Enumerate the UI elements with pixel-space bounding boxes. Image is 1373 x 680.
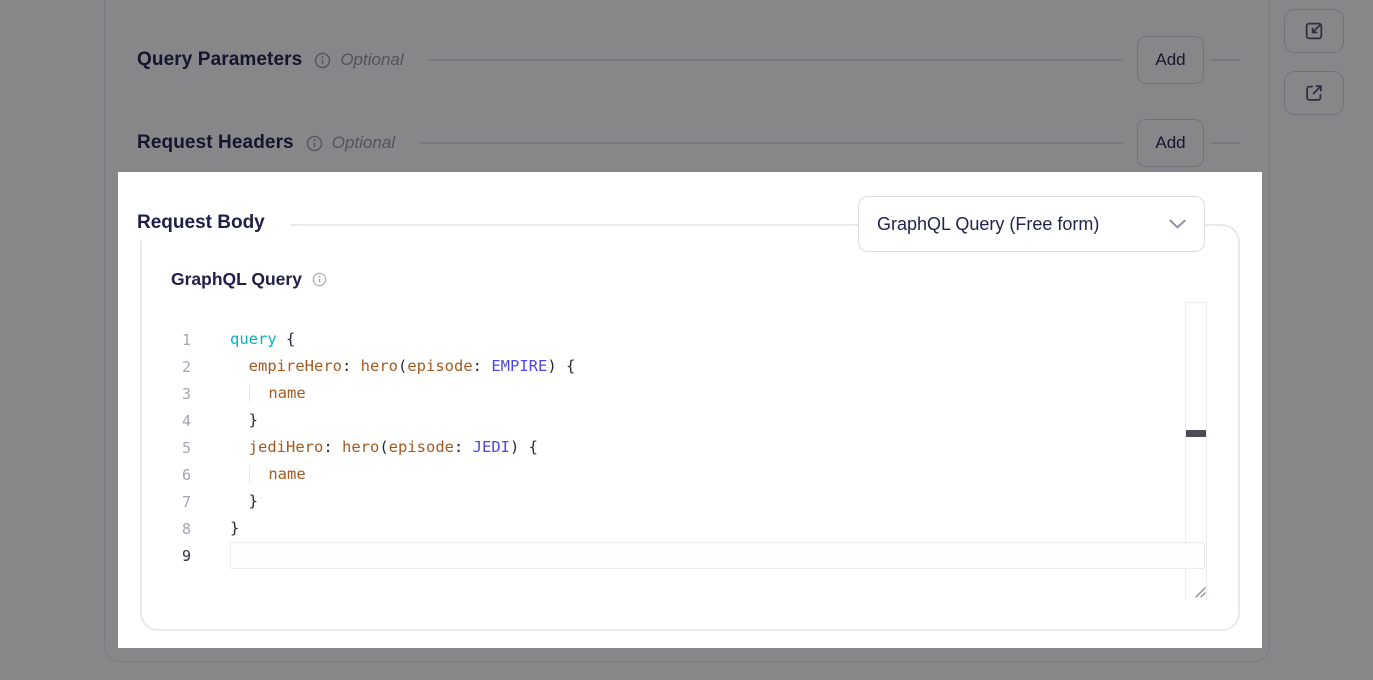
code-text: }: [230, 488, 258, 515]
code-line-2[interactable]: 2 empireHero: hero(episode: EMPIRE) {: [165, 353, 1205, 380]
section-query-parameters: Query Parameters Optional Add: [137, 36, 1240, 84]
body-type-selected-value: GraphQL Query (Free form): [877, 214, 1169, 235]
add-query-parameter-button[interactable]: Add: [1137, 36, 1204, 84]
line-number: 8: [165, 520, 191, 538]
code-text: jediHero: hero(episode: JEDI) {: [230, 434, 538, 461]
line-number: 5: [165, 439, 191, 457]
optional-label: Optional: [332, 133, 395, 153]
code-line-4[interactable]: 4 }: [165, 407, 1205, 434]
code-text: name: [230, 380, 306, 407]
divider: [428, 59, 1123, 61]
info-icon[interactable]: [306, 135, 323, 152]
code-line-8[interactable]: 8}: [165, 515, 1205, 542]
chevron-down-icon: [1169, 219, 1186, 230]
info-icon[interactable]: [314, 52, 331, 69]
code-text: [230, 542, 1205, 569]
code-line-7[interactable]: 7 }: [165, 488, 1205, 515]
edit-collapse-icon: [1303, 20, 1325, 42]
add-request-header-button[interactable]: Add: [1137, 119, 1204, 167]
code-text: }: [230, 515, 239, 542]
line-number: 4: [165, 412, 191, 430]
divider: [419, 142, 1123, 144]
line-number: 3: [165, 385, 191, 403]
line-number: 9: [165, 547, 191, 565]
code-text: query {: [230, 326, 295, 353]
line-number: 6: [165, 466, 191, 484]
external-link-icon: [1303, 82, 1325, 104]
code-line-5[interactable]: 5 jediHero: hero(episode: JEDI) {: [165, 434, 1205, 461]
open-external-button[interactable]: [1284, 71, 1344, 115]
code-text: }: [230, 407, 258, 434]
overlay-left: [0, 172, 118, 648]
request-body-title: Request Body: [137, 212, 265, 234]
code-line-3[interactable]: 3 name: [165, 380, 1205, 407]
overlay-right: [1262, 172, 1373, 648]
resize-grip-icon[interactable]: [1192, 584, 1208, 600]
graphql-query-label-row: GraphQL Query: [171, 269, 327, 290]
divider-end: [1210, 142, 1240, 144]
section-request-headers: Request Headers Optional Add: [137, 119, 1240, 167]
line-number: 2: [165, 358, 191, 376]
optional-label: Optional: [340, 50, 403, 70]
code-line-9[interactable]: 9: [165, 542, 1205, 569]
code-line-1[interactable]: 1 query {: [165, 326, 1205, 353]
code-lines: 1query {2 empireHero: hero(episode: EMPI…: [165, 326, 1205, 569]
code-line-6[interactable]: 6 name: [165, 461, 1205, 488]
request-body-header: Request Body: [122, 205, 291, 241]
line-number: 1: [165, 331, 191, 349]
request-headers-title: Request Headers: [137, 132, 294, 154]
line-number: 7: [165, 493, 191, 511]
body-type-select[interactable]: GraphQL Query (Free form): [858, 196, 1205, 252]
code-text: name: [230, 461, 306, 488]
edit-collapse-button[interactable]: [1284, 9, 1344, 53]
code-text: empireHero: hero(episode: EMPIRE) {: [230, 353, 575, 380]
query-parameters-title: Query Parameters: [137, 49, 302, 71]
graphql-query-label: GraphQL Query: [171, 269, 302, 290]
info-icon[interactable]: [312, 272, 327, 287]
divider-end: [1210, 59, 1240, 61]
